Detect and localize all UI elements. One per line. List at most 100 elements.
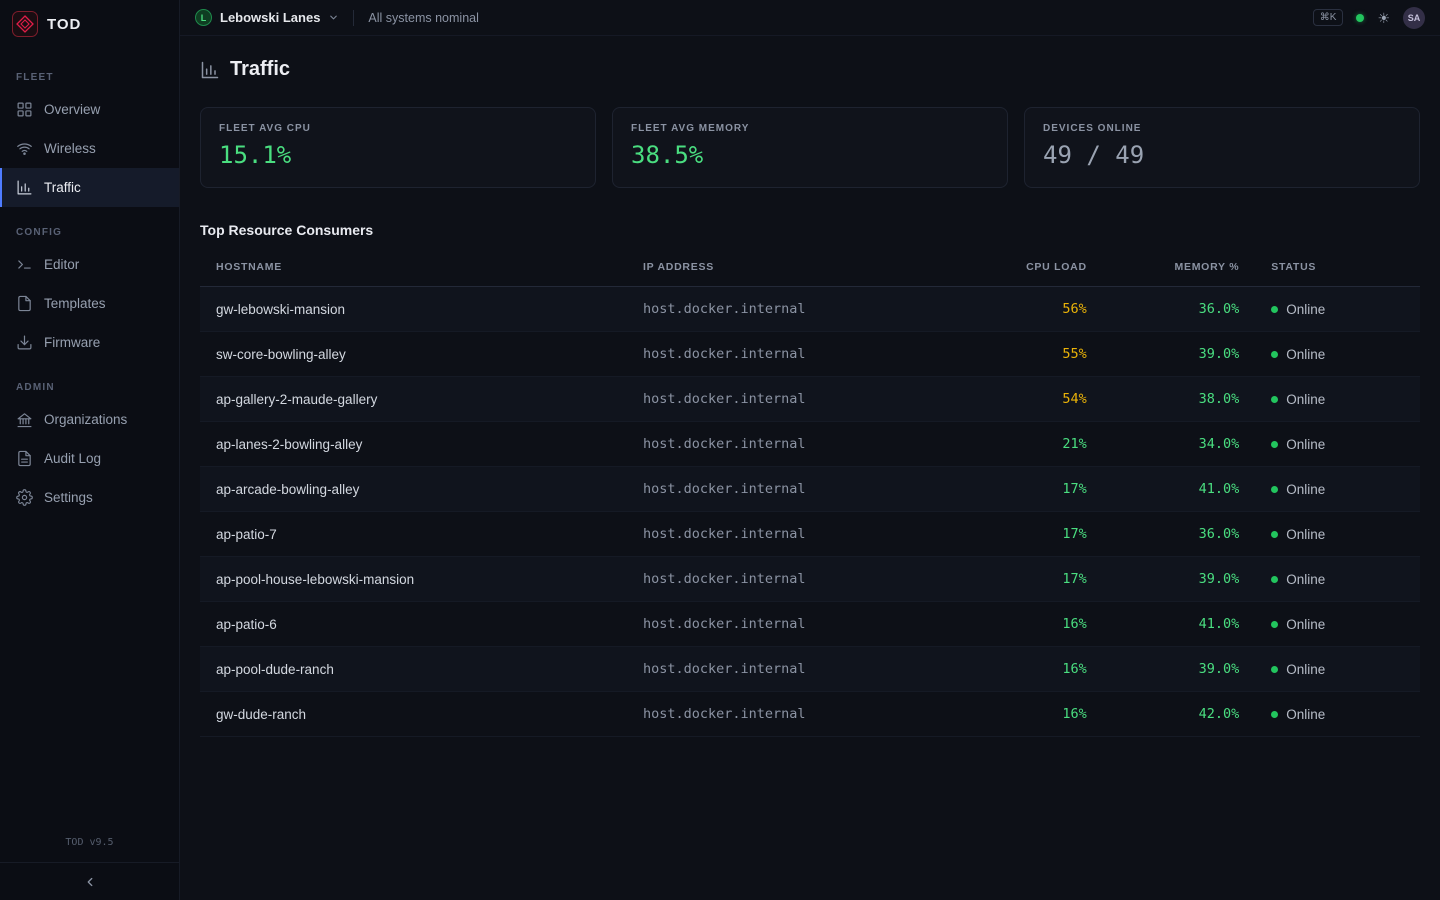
topbar-actions: ⌘K ☀ SA [1313,7,1425,29]
stat-value: 15.1% [219,141,577,169]
column-header-cpu-load: CPU LOAD [956,248,1102,287]
sidebar-item-templates[interactable]: Templates [0,284,179,323]
cell-status: Online [1255,692,1420,737]
chevron-down-icon [328,12,339,23]
table-row[interactable]: ap-pool-house-lebowski-mansionhost.docke… [200,557,1420,602]
status-label: Online [1286,707,1325,722]
org-name: Lebowski Lanes [220,10,320,25]
sidebar-item-label: Firmware [44,335,100,350]
stat-label: FLEET AVG CPU [219,123,577,134]
column-header-ip-address: IP ADDRESS [627,248,956,287]
bar-chart-icon [200,60,220,80]
sidebar-item-traffic[interactable]: Traffic [0,168,179,207]
online-status-dot-icon [1271,621,1278,628]
cell-cpu-load: 16% [956,647,1102,692]
org-avatar: L [195,9,212,26]
status-label: Online [1286,482,1325,497]
sidebar-item-organizations[interactable]: Organizations [0,400,179,439]
file-icon [16,295,33,312]
online-status-dot-icon [1271,486,1278,493]
command-palette-shortcut[interactable]: ⌘K [1313,9,1344,26]
user-avatar[interactable]: SA [1403,7,1425,29]
column-header-status: STATUS [1255,248,1420,287]
app-logo[interactable]: TOD [0,0,179,48]
sidebar-section: FLEETOverviewWirelessTraffic [0,62,179,207]
cell-ip-address: host.docker.internal [627,557,956,602]
stats-row: FLEET AVG CPU 15.1% FLEET AVG MEMORY 38.… [200,107,1420,188]
table-row[interactable]: ap-arcade-bowling-alleyhost.docker.inter… [200,467,1420,512]
sidebar-item-audit-log[interactable]: Audit Log [0,439,179,478]
cell-hostname: ap-gallery-2-maude-gallery [200,377,627,422]
cell-status: Online [1255,647,1420,692]
table-row[interactable]: ap-lanes-2-bowling-alleyhost.docker.inte… [200,422,1420,467]
app-version: TOD v9.5 [0,827,179,862]
online-status-dot-icon [1271,531,1278,538]
sidebar-item-editor[interactable]: Editor [0,245,179,284]
online-status-dot-icon [1271,306,1278,313]
file-text-icon [16,450,33,467]
stat-label: FLEET AVG MEMORY [631,123,989,134]
cell-memory-percent: 36.0% [1103,512,1256,557]
cell-cpu-load: 17% [956,467,1102,512]
cell-cpu-load: 17% [956,557,1102,602]
main-content: Traffic FLEET AVG CPU 15.1% FLEET AVG ME… [180,0,1440,737]
sidebar-section: CONFIGEditorTemplates Firmware [0,217,179,362]
page-title: Traffic [230,58,290,81]
cell-memory-percent: 39.0% [1103,647,1256,692]
cell-status: Online [1255,467,1420,512]
org-switcher[interactable]: L Lebowski Lanes [195,9,339,26]
stat-value: 38.5% [631,141,989,169]
status-label: Online [1286,527,1325,542]
table-row[interactable]: ap-pool-dude-ranchhost.docker.internal16… [200,647,1420,692]
bar-chart-icon [16,179,33,196]
table-row[interactable]: sw-core-bowling-alleyhost.docker.interna… [200,332,1420,377]
table-row[interactable]: gw-lebowski-mansionhost.docker.internal5… [200,287,1420,332]
table-row[interactable]: ap-patio-6host.docker.internal16%41.0%On… [200,602,1420,647]
online-status-dot-icon [1271,441,1278,448]
sidebar-item-overview[interactable]: Overview [0,90,179,129]
sidebar-item-firmware[interactable]: Firmware [0,323,179,362]
topbar-divider [353,10,354,26]
chevron-left-icon [83,875,97,889]
download-icon [16,334,33,351]
cell-status: Online [1255,422,1420,467]
cell-cpu-load: 56% [956,287,1102,332]
sidebar-item-label: Overview [44,102,100,117]
cell-hostname: ap-arcade-bowling-alley [200,467,627,512]
stat-card-fleet-avg-cpu: FLEET AVG CPU 15.1% [200,107,596,188]
cell-ip-address: host.docker.internal [627,422,956,467]
app-logo-icon [12,11,38,37]
cell-status: Online [1255,332,1420,377]
cell-hostname: ap-patio-7 [200,512,627,557]
cell-hostname: gw-lebowski-mansion [200,287,627,332]
sidebar-section-label: ADMIN [0,372,179,400]
table-header: HOSTNAME IP ADDRESS CPU LOAD MEMORY % ST… [200,248,1420,287]
health-dot-icon [1356,14,1364,22]
cell-memory-percent: 41.0% [1103,467,1256,512]
sidebar: TOD FLEETOverviewWirelessTrafficCONFIGEd… [0,0,180,900]
system-status-text: All systems nominal [368,11,478,25]
cell-status: Online [1255,557,1420,602]
theme-toggle-sun-icon[interactable]: ☀ [1377,11,1390,25]
sidebar-section-label: CONFIG [0,217,179,245]
stat-card-devices-online: DEVICES ONLINE 49 / 49 [1024,107,1420,188]
cell-hostname: ap-lanes-2-bowling-alley [200,422,627,467]
table-title: Top Resource Consumers [200,222,1420,238]
sidebar-collapse-button[interactable] [0,862,179,900]
column-header-memory: MEMORY % [1103,248,1256,287]
table-row[interactable]: gw-dude-ranchhost.docker.internal16%42.0… [200,692,1420,737]
grid-icon [16,101,33,118]
table-row[interactable]: ap-gallery-2-maude-galleryhost.docker.in… [200,377,1420,422]
cell-memory-percent: 41.0% [1103,602,1256,647]
cell-memory-percent: 38.0% [1103,377,1256,422]
table-row[interactable]: ap-patio-7host.docker.internal17%36.0%On… [200,512,1420,557]
sidebar-item-wireless[interactable]: Wireless [0,129,179,168]
sidebar-item-label: Settings [44,490,93,505]
sidebar-item-label: Traffic [44,180,81,195]
cell-memory-percent: 39.0% [1103,332,1256,377]
cell-ip-address: host.docker.internal [627,332,956,377]
status-label: Online [1286,302,1325,317]
status-label: Online [1286,347,1325,362]
stat-label: DEVICES ONLINE [1043,123,1401,134]
sidebar-item-settings[interactable]: Settings [0,478,179,517]
